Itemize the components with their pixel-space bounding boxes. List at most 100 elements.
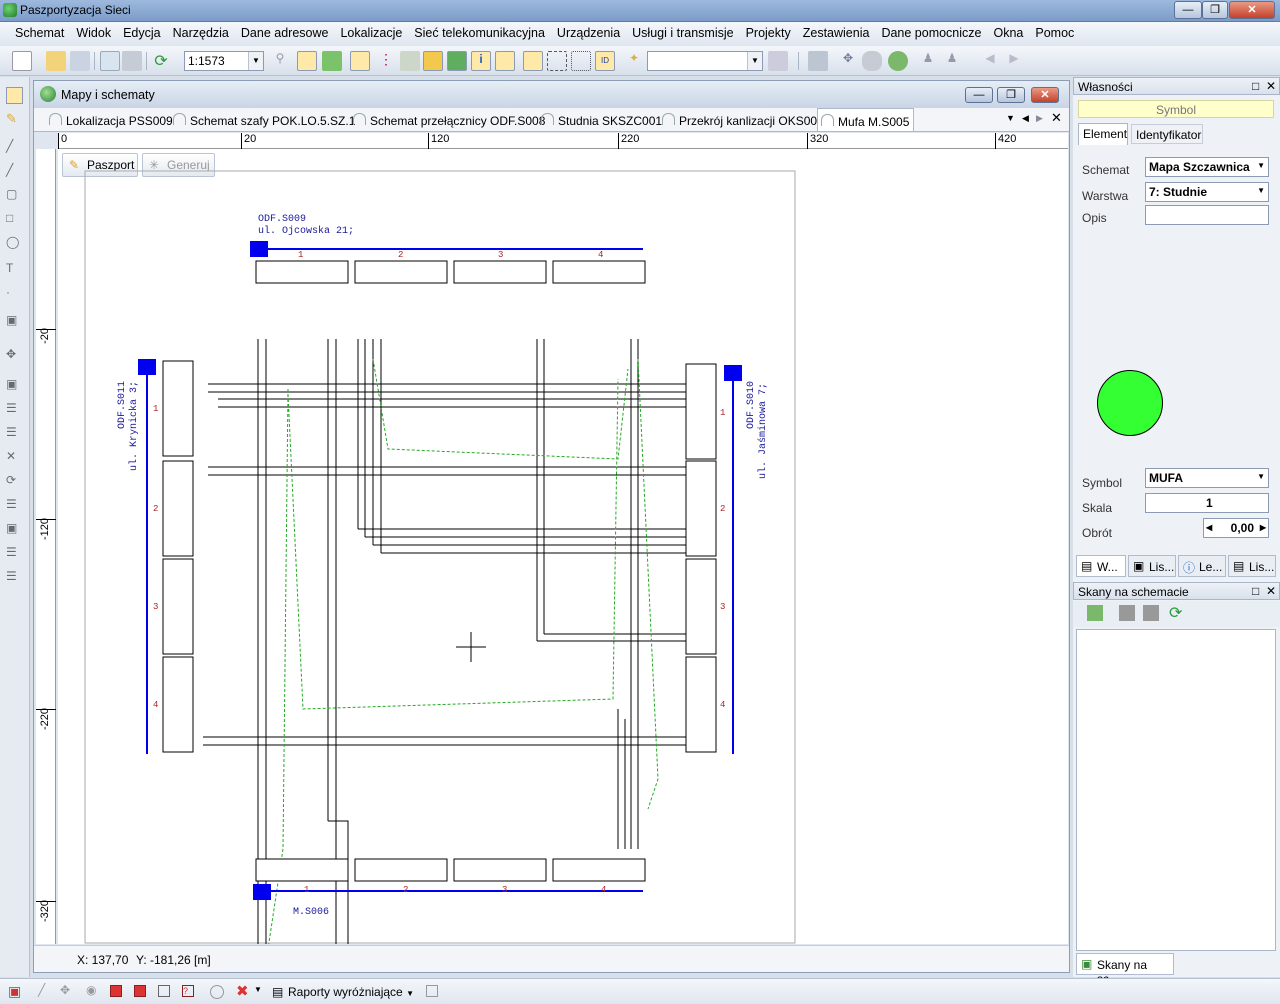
schematic-canvas[interactable]: ✎ Paszport ✳ Generuj ODF.S009 ul. Ojcows… bbox=[58, 149, 1068, 944]
refresh-icon[interactable]: ⟳ bbox=[1169, 603, 1182, 623]
menu-edycja[interactable]: Edycja bbox=[117, 22, 167, 46]
menu-zestawienia[interactable]: Zestawienia bbox=[797, 22, 876, 46]
dot-icon[interactable]: · bbox=[6, 285, 23, 302]
tab-przekroj[interactable]: Przekrój kanlizacji OKS006 bbox=[659, 108, 828, 131]
image-icon[interactable]: ▣ bbox=[6, 313, 23, 330]
menu-okna[interactable]: Okna bbox=[988, 22, 1030, 46]
open-icon[interactable] bbox=[46, 51, 66, 71]
draw-icon[interactable]: ╱ bbox=[38, 983, 56, 1001]
join-icon[interactable]: ☰ bbox=[6, 425, 23, 442]
tab-prev-icon[interactable]: ◀ bbox=[1022, 113, 1029, 124]
crop-icon[interactable] bbox=[523, 51, 543, 71]
menu-projekty[interactable]: Projekty bbox=[740, 22, 797, 46]
close-icon[interactable]: ✕ bbox=[1266, 584, 1276, 598]
tab-close-icon[interactable]: ✕ bbox=[1051, 110, 1062, 126]
save-icon[interactable] bbox=[70, 51, 90, 71]
warstwa-select[interactable]: 7: Studnie ▼ bbox=[1145, 182, 1269, 202]
tab-lis-1[interactable]: ▣ Lis... bbox=[1128, 555, 1176, 577]
tab-next-icon[interactable]: ▶ bbox=[1036, 113, 1043, 124]
object-combo[interactable]: ▼ bbox=[647, 51, 763, 71]
delete-icon[interactable]: ✖ bbox=[236, 982, 249, 1000]
node-icon[interactable]: ◉ bbox=[86, 983, 104, 1001]
fit-icon[interactable] bbox=[571, 51, 591, 71]
pin-icon[interactable]: ✦ bbox=[624, 51, 644, 71]
symbol-select[interactable]: MUFA ▼ bbox=[1145, 468, 1269, 488]
help-icon[interactable]: ? bbox=[182, 985, 194, 997]
remove-scan-icon[interactable] bbox=[1143, 605, 1159, 621]
text-icon[interactable]: T bbox=[6, 261, 23, 278]
refresh-icon[interactable]: ⟳ bbox=[151, 51, 171, 71]
copy-icon[interactable] bbox=[400, 51, 420, 71]
edit-square-icon[interactable] bbox=[158, 985, 170, 997]
raporty-button[interactable]: ▤ Raporty wyróżniające ▼ bbox=[270, 983, 418, 1001]
db-icon[interactable] bbox=[862, 51, 882, 71]
export-icon[interactable]: ☰ bbox=[6, 545, 23, 562]
red-square-icon[interactable] bbox=[110, 985, 122, 997]
pin-icon[interactable]: □ bbox=[1252, 79, 1259, 93]
menu-schemat[interactable]: Schemat bbox=[9, 22, 70, 46]
tab-w[interactable]: ▤ W... bbox=[1076, 555, 1126, 577]
select-mode-icon[interactable] bbox=[297, 51, 317, 71]
scale-combo[interactable]: 1:1573 ▼ bbox=[184, 51, 264, 71]
info-icon[interactable]: i bbox=[471, 51, 491, 71]
tab-lokalizacja[interactable]: Lokalizacja PSS009 bbox=[46, 108, 177, 131]
import-icon[interactable]: ☰ bbox=[6, 569, 23, 586]
ellipse-icon[interactable]: ◯ bbox=[6, 235, 23, 252]
tab-schemat-przelacznicy[interactable]: Schemat przełącznicy ODF.S008 bbox=[350, 108, 549, 131]
layers-icon[interactable]: ▣ bbox=[8, 983, 26, 1001]
list-icon[interactable] bbox=[768, 51, 788, 71]
tab-lis-2[interactable]: ▤ Lis... bbox=[1228, 555, 1276, 577]
menu-dane-adresowe[interactable]: Dane adresowe bbox=[235, 22, 335, 46]
doc-minimize-button[interactable]: — bbox=[965, 87, 993, 103]
move-icon[interactable]: ✥ bbox=[838, 51, 858, 71]
rotate-icon[interactable]: ⟳ bbox=[6, 473, 23, 490]
measure-icon[interactable]: ☰ bbox=[6, 497, 23, 514]
menu-urzadzenia[interactable]: Urządzenia bbox=[551, 22, 626, 46]
menu-narzedzia[interactable]: Narzędzia bbox=[167, 22, 235, 46]
delete-tool-icon[interactable]: ✕ bbox=[6, 449, 23, 466]
person-icon[interactable]: ♟ bbox=[918, 51, 938, 71]
menu-pomoc[interactable]: Pomoc bbox=[1029, 22, 1080, 46]
opis-input[interactable] bbox=[1145, 205, 1269, 225]
node-icon[interactable]: ✥ bbox=[6, 347, 23, 364]
id-icon[interactable]: ID bbox=[595, 51, 615, 71]
skala-input[interactable]: 1 bbox=[1145, 493, 1269, 513]
target-icon[interactable] bbox=[210, 985, 224, 999]
print-icon[interactable] bbox=[122, 51, 142, 71]
tab-list-icon[interactable]: ▼ bbox=[1006, 113, 1015, 123]
pin-icon[interactable]: □ bbox=[1252, 584, 1259, 598]
minimize-button[interactable]: — bbox=[1174, 1, 1202, 19]
chevron-left-icon[interactable]: ◀ bbox=[1206, 523, 1212, 532]
close-icon[interactable]: ✕ bbox=[1266, 79, 1276, 93]
chevron-down-icon[interactable]: ▼ bbox=[254, 985, 262, 994]
zoom-icon[interactable]: ⚲ bbox=[270, 51, 290, 71]
scan-icon[interactable]: ▣ bbox=[6, 521, 23, 538]
table-icon[interactable] bbox=[495, 51, 515, 71]
menu-widok[interactable]: Widok bbox=[70, 22, 117, 46]
obrot-spinner[interactable]: ◀ 0,00 ▶ bbox=[1203, 518, 1269, 538]
network-icon[interactable]: ✥ bbox=[60, 983, 78, 1001]
pencil-icon[interactable]: ✎ bbox=[6, 111, 23, 128]
chart-icon[interactable] bbox=[423, 51, 443, 71]
tab-studnia[interactable]: Studnia SKSZC001 bbox=[538, 108, 666, 131]
tab-schemat-szafy[interactable]: Schemat szafy POK.LO.5.SZ.1 bbox=[170, 108, 359, 131]
forward-icon[interactable]: ▶ bbox=[1004, 51, 1024, 71]
globe-icon[interactable] bbox=[888, 51, 908, 71]
map-icon[interactable] bbox=[447, 51, 467, 71]
polyline-icon[interactable]: ╱ bbox=[6, 163, 23, 180]
menu-siec[interactable]: Sieć telekomunikacyjna bbox=[408, 22, 551, 46]
chevron-right-icon[interactable]: ▶ bbox=[1260, 523, 1266, 532]
checkbox-icon[interactable] bbox=[426, 985, 438, 997]
preview-icon[interactable] bbox=[100, 51, 120, 71]
tab-le[interactable]: ⓘ Le... bbox=[1178, 555, 1226, 577]
pointer-icon[interactable] bbox=[6, 87, 23, 104]
grid-icon[interactable] bbox=[350, 51, 370, 71]
copy-tool-icon[interactable]: ▣ bbox=[6, 377, 23, 394]
scans-list[interactable] bbox=[1076, 629, 1276, 951]
area-icon[interactable] bbox=[547, 51, 567, 71]
new-icon[interactable] bbox=[12, 51, 32, 71]
points-icon[interactable]: ⋮ bbox=[376, 51, 396, 71]
square-icon[interactable]: □ bbox=[6, 211, 23, 228]
doc-close-button[interactable]: ✕ bbox=[1031, 87, 1059, 103]
tab-mufa[interactable]: Mufa M.S005 bbox=[817, 108, 915, 131]
